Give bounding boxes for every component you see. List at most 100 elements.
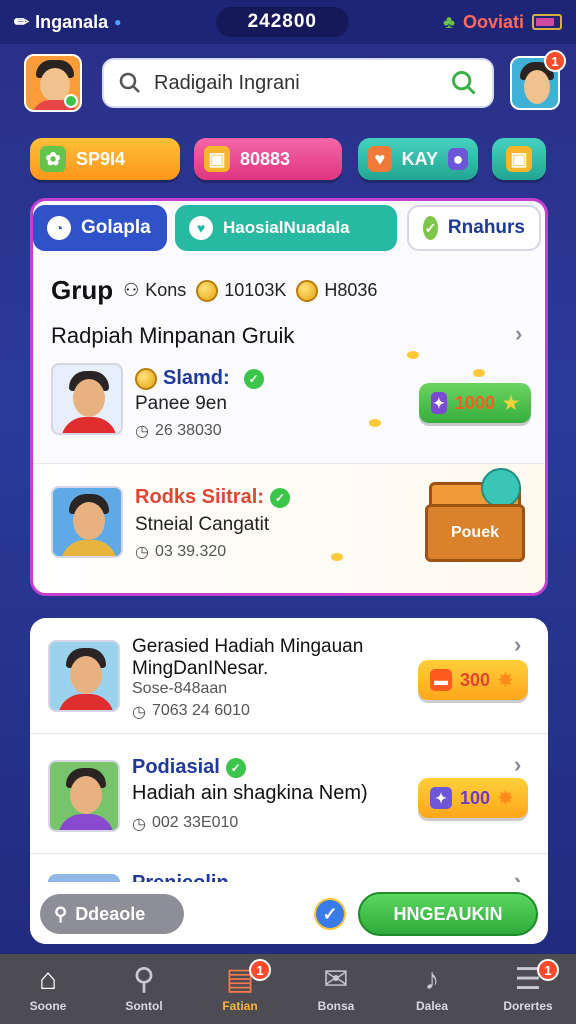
featured-name-2: Rodks Siitral: ✓ <box>135 486 290 509</box>
user-avatar[interactable] <box>24 54 82 112</box>
coin-icon <box>296 279 319 302</box>
pill-extra-gift[interactable]: ▣ <box>492 138 546 180</box>
secondary-button-label: Ddeaole <box>75 903 146 924</box>
group-meta-b: 10103K <box>196 279 286 302</box>
header: Radigaih Ingrani 1 <box>0 44 576 122</box>
battery-icon <box>531 14 562 30</box>
nav-inbox[interactable]: ▤ 1 Fatian <box>195 959 285 1013</box>
secondary-button[interactable]: ⚲ Ddeaole <box>40 894 184 934</box>
thumb-face <box>70 776 102 814</box>
action-bar: ⚲ Ddeaole ✓ HNGEAUKIN <box>30 882 548 944</box>
thumb-face <box>70 656 102 694</box>
nav-inbox-badge: 1 <box>249 959 271 981</box>
member-thumb <box>51 363 123 435</box>
star-icon: ★ <box>502 392 519 413</box>
reward-button[interactable]: ✦ 100 ✸ <box>418 778 528 818</box>
tab-rnahurs-label: Rnahurs <box>447 217 525 238</box>
coin-sparkle <box>331 553 343 561</box>
treasure-chest[interactable]: Pouek <box>425 504 525 562</box>
nav-home-label: Soone <box>29 999 67 1013</box>
compass-icon: ✓ <box>423 216 438 240</box>
primary-button[interactable]: HNGEAUKIN <box>358 892 538 936</box>
featured-sub-2: Stneial Cangatit <box>135 514 270 535</box>
tab-haosial-label: HaosialNuadala <box>223 218 350 237</box>
nav-search[interactable]: ⚲ Sontol <box>99 963 189 1014</box>
thumb-face <box>73 502 105 540</box>
group-meta-a: ⚇ Kons <box>123 280 186 301</box>
reward-list-card: Gerasied Hadiah Mingauan MingDanINesar. … <box>30 618 548 944</box>
tab-haosial[interactable]: ♥ HaosialNuadala <box>175 205 397 251</box>
pill-kay-label: KAY <box>401 148 438 169</box>
search-input[interactable]: Radigaih Ingrani <box>154 72 438 95</box>
heart-icon: ♥ <box>368 146 392 172</box>
gift-pile-icon: ✿ <box>40 146 66 172</box>
thumb-shirt <box>61 540 117 556</box>
group-meta-c-label: H8036 <box>324 280 378 300</box>
gift-icon: ♣ <box>443 11 455 32</box>
coin-sparkle <box>369 419 381 427</box>
reward-button[interactable]: ✦ 1000 ★ <box>419 383 531 423</box>
ticket-icon: ✦ <box>430 787 452 809</box>
gift-box-icon: ▣ <box>204 146 230 172</box>
bottom-nav: ⌂ Soone ⚲ Sontol ▤ 1 Fatian ✉ Bonsa ♪ Da… <box>0 954 576 1024</box>
profile-notification-badge: 1 <box>544 50 566 72</box>
list-item[interactable]: Podiasial ✓ Hadiah ain shagkina Nem) ◷ 0… <box>30 738 548 854</box>
search-submit-icon[interactable] <box>450 69 478 97</box>
list-title: Podiasial ✓ <box>132 756 246 779</box>
home-icon: ⌂ <box>38 963 58 996</box>
nav-home[interactable]: ⌂ Soone <box>3 963 93 1014</box>
coin-sparkle <box>473 369 485 377</box>
chevron-right-icon[interactable]: › <box>515 321 522 347</box>
featured-time-label: 26 38030 <box>154 422 222 439</box>
star-icon: ✸ <box>498 669 514 690</box>
pill-sp[interactable]: ✿ SP9I4 <box>30 138 180 180</box>
reward-value: 1000 <box>454 392 495 413</box>
pill-gift[interactable]: ▣ 80883 <box>194 138 342 180</box>
ticket-icon: ▬ <box>430 669 452 691</box>
mascot-cat-icon <box>481 468 521 508</box>
list-time: ◷ 002 33E010 <box>132 814 238 834</box>
group-title: Grup <box>51 275 114 305</box>
pill-sp-label: SP9I4 <box>76 148 126 169</box>
clock-icon: ◔ <box>47 216 71 240</box>
clock-icon: ◷ <box>135 544 149 561</box>
thumb-face <box>73 379 105 417</box>
nav-mail[interactable]: ✉ Bonsa <box>291 963 381 1014</box>
group-header: Grup ⚇ Kons 10103K H8036 <box>51 275 377 306</box>
verified-check-icon[interactable]: ✓ <box>314 898 346 930</box>
mail-icon: ✉ <box>323 963 349 996</box>
tab-rnahurs[interactable]: ✓ Rnahurs <box>407 205 541 251</box>
chevron-right-icon[interactable]: › <box>514 752 521 778</box>
nav-alerts[interactable]: ♪ Dalea <box>387 963 477 1014</box>
reward-button[interactable]: ▬ 300 ✸ <box>418 660 528 700</box>
check-badge-icon: ✓ <box>269 487 290 508</box>
reward-value: 100 <box>460 787 491 808</box>
reward-value: 300 <box>460 669 491 690</box>
featured-time: ◷ 26 38030 <box>135 421 222 441</box>
search-icon: ⚲ <box>133 963 155 996</box>
featured-time-2: ◷ 03 39.320 <box>135 542 226 562</box>
search-bar[interactable]: Radigaih Ingrani <box>102 58 494 108</box>
status-left: ✏ Inganala ● <box>14 12 121 33</box>
featured-sub: Panee 9en <box>135 393 227 414</box>
clock-icon: ◷ <box>132 704 146 721</box>
nav-inbox-label: Fatian <box>222 999 258 1013</box>
featured-name: Slamd: ✓ <box>135 367 264 390</box>
users-icon: ⚇ <box>123 280 140 300</box>
online-indicator-icon <box>64 94 78 108</box>
nav-menu[interactable]: ☰ 1 Dorertes <box>483 959 573 1013</box>
pill-kay[interactable]: ♥ KAY ● <box>358 138 478 180</box>
list-item[interactable]: Gerasied Hadiah Mingauan MingDanINesar. … <box>30 618 548 734</box>
nav-menu-label: Dorertes <box>503 999 553 1013</box>
coin-sparkle <box>407 351 419 359</box>
app-name: Inganala <box>35 11 109 32</box>
verified-icon: ● <box>114 15 122 29</box>
tab-golapla[interactable]: ◔ Golapla <box>33 205 167 251</box>
search-icon: ⚲ <box>54 903 68 924</box>
tab-golapla-label: Golapla <box>81 217 151 238</box>
sticker-icon: ● <box>448 148 468 170</box>
bell-icon: ♪ <box>424 963 440 996</box>
chevron-right-icon[interactable]: › <box>514 632 521 658</box>
group-meta-a-label: Kons <box>145 280 187 300</box>
group-meta-c: H8036 <box>296 279 378 302</box>
